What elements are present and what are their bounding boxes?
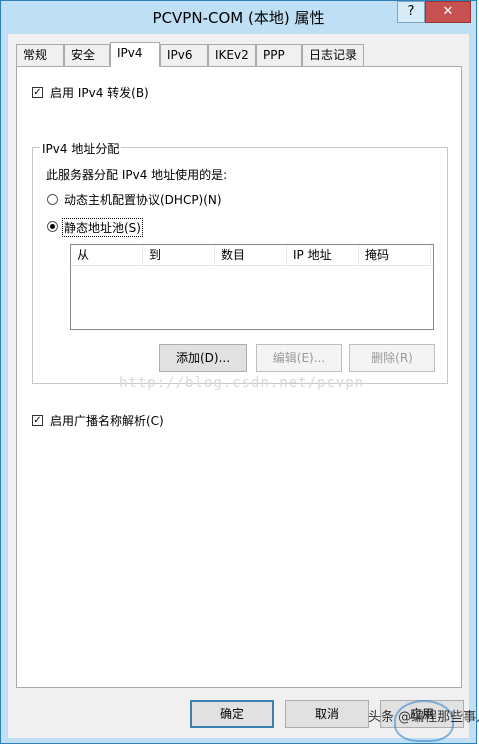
brand-watermark: 头条 @编程那些事儿 [368, 710, 479, 725]
tab-ipv4[interactable]: IPv4 [110, 42, 160, 67]
title-bar[interactable]: PCVPN-COM (本地) 属性 ? ✕ [1, 1, 476, 34]
column-header-from[interactable]: 从 [71, 245, 143, 265]
ipv4-address-assignment-group: IPv4 地址分配 此服务器分配 IPv4 地址使用的是: 动态主机配置协议(D… [32, 140, 448, 384]
column-header-mask[interactable]: 掩码 [359, 245, 431, 265]
close-button[interactable]: ✕ [425, 1, 471, 23]
radio-selected-dot [50, 224, 55, 229]
tab-ppp[interactable]: PPP [256, 44, 302, 66]
delete-button[interactable]: 删除(R) [349, 344, 435, 372]
ok-button[interactable]: 确定 [190, 700, 274, 728]
tab-security[interactable]: 安全 [64, 44, 110, 66]
column-header-ip-address[interactable]: IP 地址 [287, 245, 359, 265]
static-pool-radio-label[interactable]: 静态地址池(S) [62, 218, 143, 237]
cancel-button[interactable]: 取消 [285, 700, 369, 728]
add-button[interactable]: 添加(D)... [159, 344, 247, 372]
url-watermark: http://blog.csdn.net/pcvpn [119, 375, 365, 391]
column-header-count[interactable]: 数目 [215, 245, 287, 265]
enable-broadcast-name-resolution-label[interactable]: 启用广播名称解析(C) [50, 412, 164, 429]
tab-logging[interactable]: 日志记录 [302, 44, 364, 66]
enable-broadcast-name-resolution-checkbox[interactable]: ✓ [32, 415, 43, 426]
tab-general[interactable]: 常规 [16, 44, 64, 66]
help-button[interactable]: ? [397, 1, 425, 23]
tab-ikev2[interactable]: IKEv2 [208, 44, 256, 66]
static-pool-radio[interactable] [47, 221, 58, 232]
dhcp-radio[interactable] [47, 194, 58, 205]
group-title: IPv4 地址分配 [40, 140, 122, 157]
enable-ipv4-forwarding-checkbox[interactable]: ✓ [32, 87, 43, 98]
dhcp-radio-label[interactable]: 动态主机配置协议(DHCP)(N) [64, 191, 222, 208]
assignment-instruction: 此服务器分配 IPv4 地址使用的是: [46, 168, 228, 182]
column-header-to[interactable]: 到 [143, 245, 215, 265]
static-pool-table[interactable]: 从 到 数目 IP 地址 掩码 [70, 244, 434, 330]
properties-dialog: PCVPN-COM (本地) 属性 ? ✕ 常规 安全 IPv4 IPv6 IK… [0, 0, 477, 744]
enable-ipv4-forwarding-label[interactable]: 启用 IPv4 转发(B) [50, 84, 149, 101]
table-header: 从 到 数目 IP 地址 掩码 [71, 245, 433, 266]
tab-ipv6[interactable]: IPv6 [160, 44, 208, 66]
edit-button[interactable]: 编辑(E)... [256, 344, 342, 372]
